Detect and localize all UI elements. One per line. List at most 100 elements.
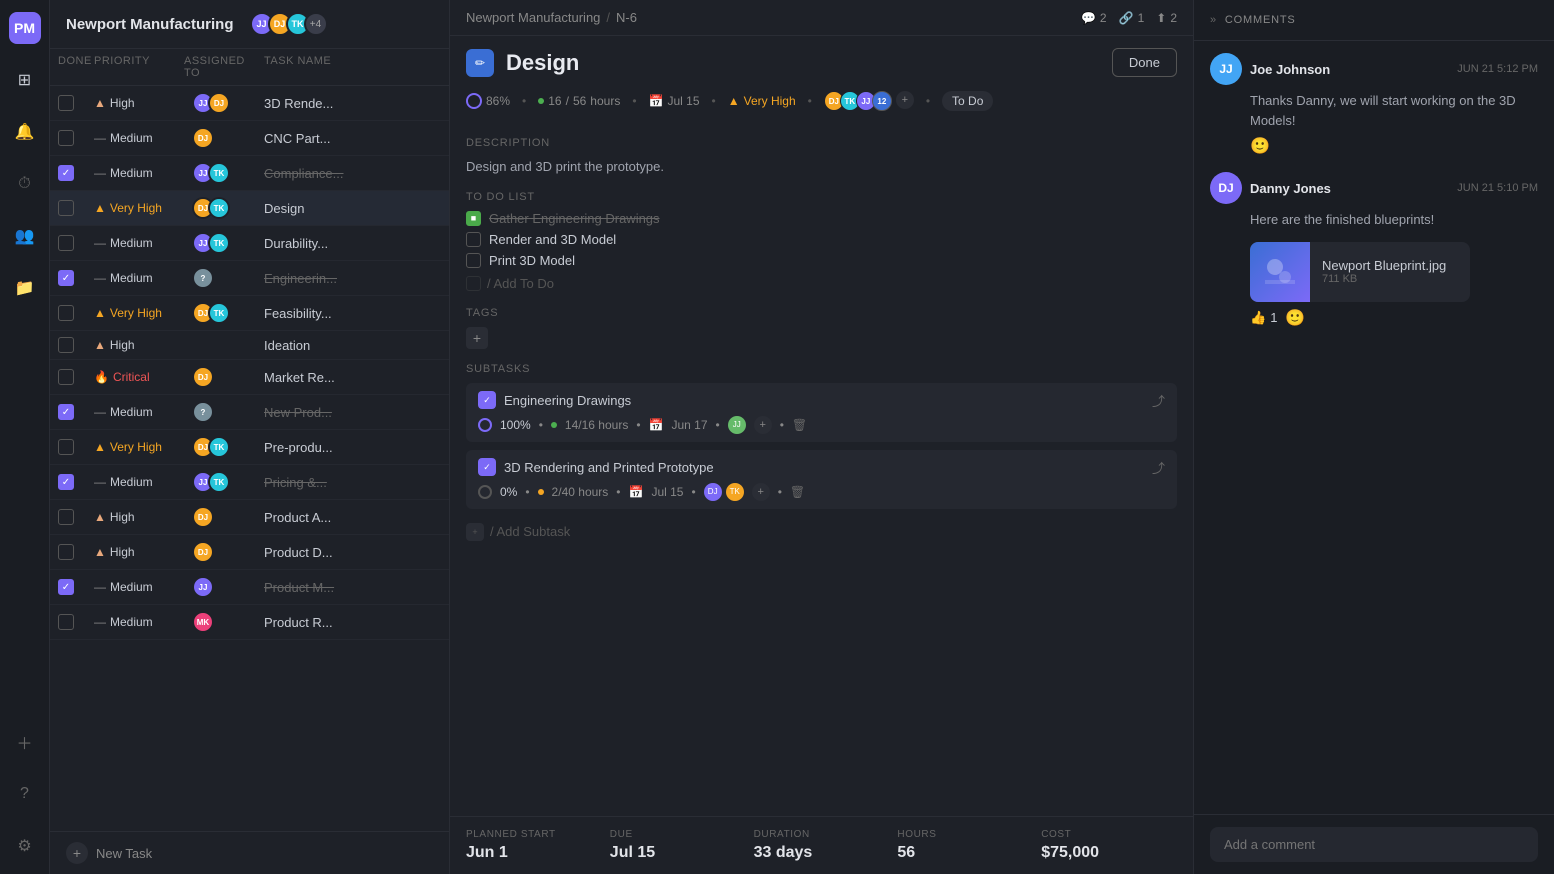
add-reaction-button[interactable]: 🙂 [1285,308,1305,328]
task-checkbox[interactable] [58,337,74,353]
task-checkbox[interactable] [58,369,74,385]
subtask-progress-circle [478,485,492,499]
task-checkbox[interactable]: ✓ [58,474,74,490]
task-checkbox[interactable] [58,509,74,525]
subtask-external-link-icon[interactable]: ⤴ [1152,458,1165,477]
todo-item[interactable]: Render and 3D Model [466,232,1177,247]
subtask-title[interactable]: 3D Rendering and Printed Prototype [504,460,1144,475]
table-row[interactable]: ✓ —Medium JJ Product M... [50,570,449,605]
comment-attachment[interactable]: Newport Blueprint.jpg 711 KB [1250,242,1470,302]
subtask-icon: ⬆ [1156,11,1166,25]
table-row[interactable]: —Medium DJ CNC Part... [50,121,449,156]
tags-row: + [466,327,1177,349]
sidebar-users-icon[interactable]: 👥 [9,220,41,252]
collapse-icon[interactable]: » [1210,14,1217,26]
avatar-stack: JJ DJ TK +4 [242,12,328,36]
todo-item[interactable]: ■ Gather Engineering Drawings [466,211,1177,226]
sidebar: PM ⊞ 🔔 ⏱ 👥 📁 ＋ ? ⚙ [0,0,50,874]
sidebar-add-icon[interactable]: ＋ [9,726,41,758]
add-reaction-button[interactable]: 🙂 [1210,136,1538,156]
task-checkbox[interactable] [58,544,74,560]
task-checkbox[interactable] [58,95,74,111]
add-todo-button[interactable]: / Add To Do [466,274,1177,293]
subtask-add-assignee-button[interactable]: + [752,483,770,501]
subtask-title[interactable]: Engineering Drawings [504,393,1144,408]
sidebar-home-icon[interactable]: ⊞ [9,64,41,96]
task-checkbox[interactable] [58,305,74,321]
sidebar-notifications-icon[interactable]: 🔔 [9,116,41,148]
table-row[interactable]: ✓ —Medium ? Engineerin... [50,261,449,296]
table-row[interactable]: ▲High JJDJ 3D Rende... [50,86,449,121]
table-row[interactable]: ✓ —Medium JJTK Compliance... [50,156,449,191]
todo-checkbox[interactable] [466,232,481,247]
table-row[interactable]: ▲Very High DJTK Feasibility... [50,296,449,331]
done-button[interactable]: Done [1112,48,1177,77]
footer-cost: COST $75,000 [1041,829,1177,862]
table-row[interactable]: —Medium MK Product R... [50,605,449,640]
comment-meta: Joe Johnson JUN 21 5:12 PM [1250,62,1538,77]
priority-indicator: ▲ [94,96,106,110]
task-checkbox[interactable] [58,439,74,455]
subtask-hours: 2/40 hours [552,485,609,499]
comment-input[interactable] [1210,827,1538,862]
subtask-delete-button[interactable]: 🗑 [792,418,807,432]
footer-hours-label: HOURS [897,829,1033,840]
task-checkbox[interactable]: ✓ [58,165,74,181]
task-title[interactable]: Design [506,50,1100,76]
new-task-row[interactable]: + New Task [50,831,449,874]
reaction-item[interactable]: 👍 1 [1250,310,1277,326]
sidebar-folder-icon[interactable]: 📁 [9,272,41,304]
subtask-add-assignee-button[interactable]: + [754,416,772,434]
table-row[interactable]: ▲Very High DJTK Pre-produ... [50,430,449,465]
subtask-title-row: ✓ 3D Rendering and Printed Prototype ⤴ [478,458,1165,477]
table-row[interactable]: ✓ —Medium JJTK Pricing &... [50,465,449,500]
description-text[interactable]: Design and 3D print the prototype. [466,157,1177,177]
priority-indicator: ▲ [94,510,106,524]
subtask-external-link-icon[interactable]: ⤴ [1152,391,1165,410]
sidebar-help-icon[interactable]: ? [9,778,41,810]
due-date-meta: 📅 Jul 15 [649,94,700,108]
sidebar-settings-icon[interactable]: ⚙ [9,830,41,862]
task-checkbox[interactable]: ✓ [58,579,74,595]
task-checkbox[interactable] [58,235,74,251]
new-task-icon[interactable]: + [66,842,88,864]
table-row[interactable]: ▲High DJ Product D... [50,535,449,570]
task-checkbox[interactable] [58,614,74,630]
add-assignee-button[interactable]: + [896,91,914,109]
footer-due-label: DUE [610,829,746,840]
add-subtask-icon: + [466,523,484,541]
project-title: Newport Manufacturing [66,16,234,33]
comment-author: Joe Johnson [1250,62,1330,77]
progress-meta: 86% [466,93,510,109]
subtasks-count: ⬆ 2 [1156,11,1177,25]
attachment-name: Newport Blueprint.jpg [1322,258,1446,273]
sidebar-clock-icon[interactable]: ⏱ [9,168,41,200]
task-checkbox[interactable]: ✓ [58,404,74,420]
add-subtask-button[interactable]: + / Add Subtask [466,517,1177,547]
todo-item[interactable]: Print 3D Model [466,253,1177,268]
table-row[interactable]: ▲High DJ Product A... [50,500,449,535]
table-row[interactable]: ▲Very High DJTK Design [50,191,449,226]
table-row[interactable]: 🔥Critical DJ Market Re... [50,360,449,395]
table-row[interactable]: ✓ —Medium ? New Prod... [50,395,449,430]
table-row[interactable]: ▲High Ideation [50,331,449,360]
status-badge[interactable]: To Do [942,91,993,111]
todo-checkbox-done[interactable]: ■ [466,211,481,226]
task-list-body: ▲High JJDJ 3D Rende... —Medium DJ CNC Pa… [50,86,449,831]
progress-circle-icon [466,93,482,109]
subtask-delete-button[interactable]: 🗑 [790,485,805,499]
footer-hours-value: 56 [897,844,1033,862]
task-name: Pricing &... [264,475,441,490]
table-row[interactable]: —Medium JJTK Durability... [50,226,449,261]
add-tag-button[interactable]: + [466,327,488,349]
task-checkbox[interactable] [58,200,74,216]
task-checkbox[interactable] [58,130,74,146]
footer-duration-value: 33 days [754,844,890,862]
calendar-icon: 📅 [629,485,644,499]
comment-time: JUN 21 5:12 PM [1457,63,1538,75]
priority-indicator: — [94,615,106,629]
subtask-meta: 0% • 2/40 hours • 📅 Jul 15 • DJ TK + • 🗑 [478,483,1165,501]
priority-indicator: — [94,131,106,145]
task-checkbox[interactable]: ✓ [58,270,74,286]
todo-checkbox[interactable] [466,253,481,268]
